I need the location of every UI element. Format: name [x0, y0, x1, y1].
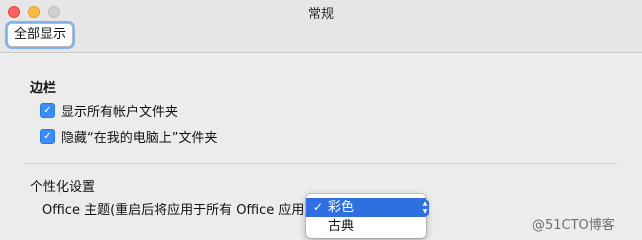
- checkbox-checked-icon[interactable]: ✓: [40, 128, 55, 144]
- section-divider: [24, 163, 618, 164]
- window-title: 常规: [307, 7, 334, 22]
- show-all-account-folders-option[interactable]: ✓ 显示所有帐户文件夹: [40, 101, 179, 120]
- office-theme-dropdown[interactable]: ✓ 彩色 ▲ ▼ 古典: [306, 194, 429, 238]
- office-theme-label: Office 主题(重启后将应用于所有 Office 应用): [42, 203, 310, 218]
- show-all-button[interactable]: 全部显示: [7, 23, 74, 47]
- option-label: 显示所有帐户文件夹: [61, 104, 179, 120]
- watermark: @51CTO博客: [532, 218, 615, 233]
- personalization-section-title: 个性化设置: [30, 180, 96, 195]
- sidebar-section-title: 边栏: [30, 81, 57, 96]
- checkmark-icon: ✓: [313, 200, 324, 214]
- title-bar: 常规 全部显示: [0, 0, 642, 53]
- option-label: 隐藏“在我的电脑上”文件夹: [61, 130, 218, 146]
- stepper-icon: ▲ ▼: [421, 200, 429, 216]
- checkbox-checked-icon[interactable]: ✓: [40, 102, 55, 118]
- theme-option-colorful[interactable]: ✓ 彩色 ▲ ▼: [306, 198, 429, 217]
- hide-on-my-computer-option[interactable]: ✓ 隐藏“在我的电脑上”文件夹: [40, 127, 218, 146]
- theme-option-classic[interactable]: 古典: [306, 217, 426, 236]
